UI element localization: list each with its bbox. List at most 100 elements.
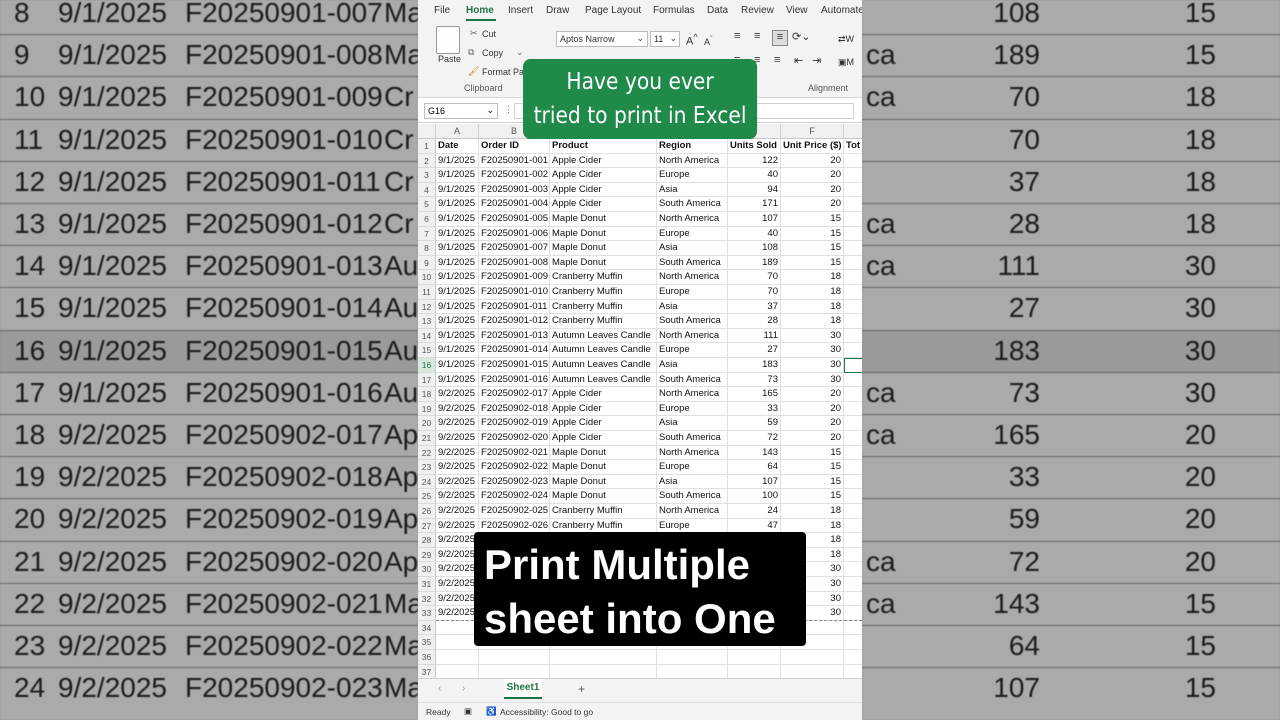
row-header[interactable]: 15 bbox=[418, 343, 436, 358]
table-cell[interactable]: 30 bbox=[781, 358, 844, 373]
row-header[interactable]: 3 bbox=[418, 168, 436, 183]
table-cell[interactable]: 9/2/2025 bbox=[436, 606, 479, 621]
table-cell[interactable]: 64 bbox=[728, 460, 781, 475]
table-cell[interactable]: Autumn Leaves Candle bbox=[550, 358, 657, 373]
table-cell[interactable]: 40 bbox=[728, 168, 781, 183]
column-header-g[interactable] bbox=[844, 124, 862, 139]
table-cell[interactable]: F20250902-026 bbox=[479, 518, 550, 534]
accessibility-icon[interactable]: ♿ bbox=[486, 706, 497, 717]
row-header[interactable]: 24 bbox=[418, 474, 436, 490]
table-cell[interactable]: Maple Donut bbox=[550, 255, 657, 271]
table-cell[interactable]: Cranberry Muffin bbox=[550, 504, 657, 519]
column-header-a[interactable]: A bbox=[436, 124, 479, 139]
table-cell[interactable]: Maple Donut bbox=[550, 445, 657, 461]
table-cell[interactable]: Europe bbox=[657, 226, 728, 242]
table-cell[interactable]: 100 bbox=[728, 489, 781, 504]
ribbon-tab-automate[interactable]: Automate bbox=[821, 5, 862, 16]
row-header[interactable]: 20 bbox=[418, 416, 436, 431]
font-name-select[interactable]: Aptos Narrow ⌄ bbox=[556, 31, 648, 47]
table-cell[interactable]: 15 bbox=[781, 460, 844, 475]
ribbon-tab-page-layout[interactable]: Page Layout bbox=[585, 5, 641, 16]
table-cell[interactable]: 20 bbox=[781, 401, 844, 417]
table-cell[interactable]: 165 bbox=[728, 387, 781, 402]
table-cell[interactable] bbox=[844, 489, 862, 504]
table-cell[interactable]: 171 bbox=[728, 197, 781, 212]
table-cell[interactable]: 15 bbox=[781, 474, 844, 490]
column-header-f[interactable]: F bbox=[781, 124, 844, 139]
empty-cell[interactable] bbox=[657, 664, 728, 680]
copy-dropdown-icon[interactable]: ⌄ bbox=[516, 47, 524, 58]
row-header[interactable]: 30 bbox=[418, 562, 436, 577]
table-cell[interactable]: 183 bbox=[728, 358, 781, 373]
table-cell[interactable]: 9/2/2025 bbox=[436, 533, 479, 548]
row-header[interactable]: 31 bbox=[418, 577, 436, 592]
table-cell[interactable]: Europe bbox=[657, 285, 728, 300]
empty-cell[interactable] bbox=[436, 664, 479, 680]
table-cell[interactable]: 18 bbox=[781, 504, 844, 519]
table-cell[interactable]: Apple Cider bbox=[550, 153, 657, 169]
table-cell[interactable]: Cranberry Muffin bbox=[550, 518, 657, 534]
table-cell[interactable]: 94 bbox=[728, 182, 781, 198]
table-cell[interactable]: 9/1/2025 bbox=[436, 270, 479, 285]
row-header[interactable]: 26 bbox=[418, 504, 436, 519]
table-cell[interactable]: South America bbox=[657, 489, 728, 504]
row-header[interactable]: 29 bbox=[418, 547, 436, 563]
table-cell[interactable]: 9/1/2025 bbox=[436, 241, 479, 256]
table-cell[interactable] bbox=[844, 212, 862, 227]
ribbon-tab-view[interactable]: View bbox=[786, 5, 808, 16]
table-cell[interactable]: Apple Cider bbox=[550, 182, 657, 198]
table-cell[interactable] bbox=[844, 533, 862, 548]
table-cell[interactable] bbox=[844, 387, 862, 402]
row-header[interactable]: 14 bbox=[418, 328, 436, 344]
ribbon-tab-draw[interactable]: Draw bbox=[546, 5, 569, 16]
table-cell[interactable]: 9/2/2025 bbox=[436, 518, 479, 534]
ribbon-tab-data[interactable]: Data bbox=[707, 5, 728, 16]
table-cell[interactable]: F20250901-004 bbox=[479, 197, 550, 212]
empty-cell[interactable] bbox=[479, 664, 550, 680]
table-cell[interactable] bbox=[844, 548, 862, 563]
prev-sheet-icon[interactable]: ‹ bbox=[438, 683, 441, 694]
table-cell[interactable]: 9/1/2025 bbox=[436, 168, 479, 183]
table-cell[interactable]: 9/2/2025 bbox=[436, 460, 479, 475]
macro-record-icon[interactable]: ▣ bbox=[464, 706, 472, 717]
table-cell[interactable]: Cranberry Muffin bbox=[550, 314, 657, 329]
next-sheet-icon[interactable]: › bbox=[462, 683, 465, 694]
ribbon-tab-review[interactable]: Review bbox=[741, 5, 774, 16]
table-cell[interactable]: 20 bbox=[781, 387, 844, 402]
decrease-font-icon[interactable]: Aˇ bbox=[704, 34, 713, 47]
table-cell[interactable] bbox=[844, 416, 862, 431]
table-cell[interactable]: 9/1/2025 bbox=[436, 314, 479, 329]
row-header[interactable]: 32 bbox=[418, 591, 436, 607]
table-cell[interactable]: Apple Cider bbox=[550, 431, 657, 446]
table-cell[interactable]: Cranberry Muffin bbox=[550, 285, 657, 300]
empty-cell[interactable] bbox=[728, 664, 781, 680]
table-cell[interactable]: South America bbox=[657, 372, 728, 388]
table-cell[interactable]: Apple Cider bbox=[550, 401, 657, 417]
table-cell[interactable] bbox=[844, 329, 862, 344]
empty-cell[interactable] bbox=[728, 650, 781, 665]
table-cell[interactable]: 9/2/2025 bbox=[436, 416, 479, 431]
row-header[interactable]: 18 bbox=[418, 387, 436, 402]
table-cell[interactable]: Europe bbox=[657, 168, 728, 183]
row-header[interactable]: 27 bbox=[418, 518, 436, 534]
table-cell[interactable]: F20250901-016 bbox=[479, 372, 550, 388]
format-painter-icon[interactable]: 🖌 bbox=[468, 66, 479, 77]
table-cell[interactable]: Europe bbox=[657, 460, 728, 475]
row-header[interactable]: 7 bbox=[418, 226, 436, 242]
table-cell[interactable]: 9/2/2025 bbox=[436, 445, 479, 461]
row-header[interactable]: 25 bbox=[418, 489, 436, 504]
table-cell[interactable]: F20250901-011 bbox=[479, 299, 550, 315]
table-cell[interactable]: 70 bbox=[728, 285, 781, 300]
table-cell[interactable]: 15 bbox=[781, 226, 844, 242]
table-cell[interactable]: 15 bbox=[781, 445, 844, 461]
table-cell[interactable] bbox=[844, 577, 862, 592]
table-cell[interactable]: 9/1/2025 bbox=[436, 226, 479, 242]
table-cell[interactable]: 72 bbox=[728, 431, 781, 446]
table-cell[interactable]: 9/1/2025 bbox=[436, 182, 479, 198]
table-cell[interactable]: 15 bbox=[781, 489, 844, 504]
table-cell[interactable]: 9/1/2025 bbox=[436, 212, 479, 227]
table-cell[interactable]: 9/2/2025 bbox=[436, 431, 479, 446]
table-cell[interactable]: South America bbox=[657, 255, 728, 271]
table-cell[interactable]: South America bbox=[657, 197, 728, 212]
decrease-indent-icon[interactable]: ⇤ bbox=[794, 54, 803, 67]
